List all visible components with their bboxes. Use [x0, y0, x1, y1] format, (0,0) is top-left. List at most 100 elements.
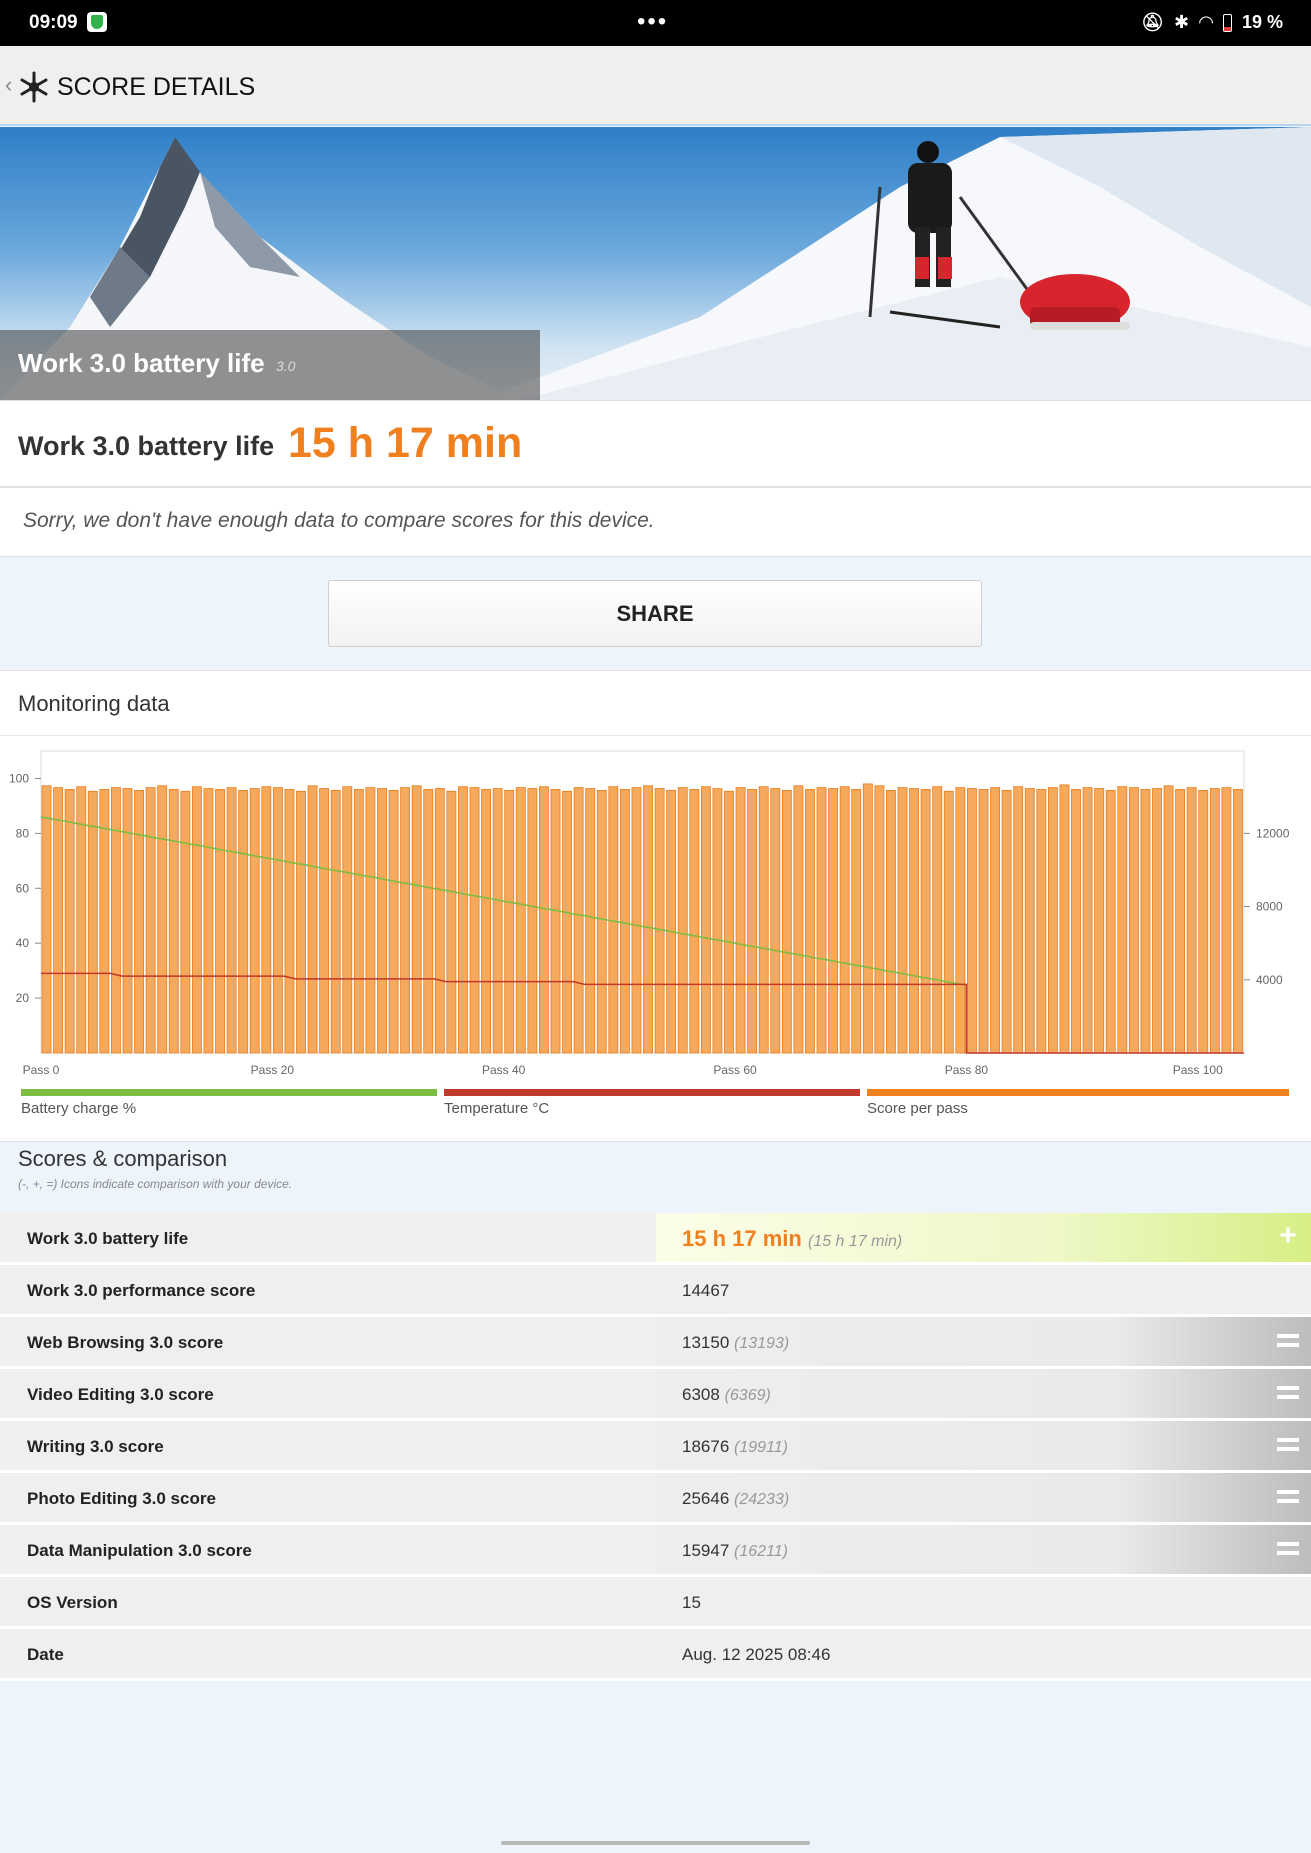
shield-icon: [87, 12, 107, 32]
score-bar: [203, 788, 214, 1054]
more-dots-icon: •••: [637, 8, 669, 35]
equal-icon: [1277, 1490, 1299, 1505]
row-score: 6308: [682, 1385, 720, 1404]
score-bar: [157, 785, 168, 1054]
app-bar: ‹ SCORE DETAILS: [0, 46, 1311, 126]
equal-icon: [1277, 1334, 1299, 1349]
score-bar: [388, 789, 399, 1054]
compare-message: Sorry, we don't have enough data to comp…: [23, 509, 655, 532]
row-compare: (24233): [734, 1491, 790, 1508]
score-bar: [168, 789, 179, 1054]
table-row[interactable]: Work 3.0 battery life 15 h 17 min (15 h 1…: [0, 1213, 1311, 1265]
score-bar: [238, 789, 249, 1054]
score-bar: [1117, 786, 1128, 1054]
table-row[interactable]: Date Aug. 12 2025 08:46: [0, 1629, 1311, 1681]
score-bar: [53, 787, 64, 1054]
row-label: Date: [27, 1645, 64, 1664]
score-bar: [296, 790, 306, 1054]
divider: [0, 735, 1311, 736]
score-bar: [978, 789, 989, 1054]
score-bar: [781, 789, 792, 1054]
hero-title: Work 3.0 battery life: [18, 348, 265, 378]
score-bar: [353, 789, 364, 1054]
score-bar: [943, 790, 954, 1054]
legend-score: Score per pass: [867, 1089, 1289, 1129]
left-tick-label: 60: [16, 881, 30, 895]
score-bar: [1001, 789, 1012, 1054]
home-indicator[interactable]: [501, 1841, 810, 1845]
table-row[interactable]: Data Manipulation 3.0 score 15947 (16211): [0, 1525, 1311, 1577]
score-bar: [1094, 788, 1105, 1054]
score-bar: [897, 787, 908, 1054]
score-bar: [423, 789, 434, 1054]
x-tick-label: Pass 0: [23, 1063, 60, 1077]
legend-battery: Battery charge %: [21, 1089, 437, 1129]
x-tick-label: Pass 20: [251, 1063, 295, 1077]
score-bar: [735, 787, 746, 1054]
score-bar: [909, 788, 920, 1054]
row-compare: (6369): [724, 1387, 771, 1404]
score-bar: [619, 789, 630, 1054]
score-bar: [689, 789, 700, 1054]
score-bar: [805, 789, 815, 1054]
row-score: 13150: [682, 1333, 730, 1352]
score-bar: [226, 787, 237, 1054]
row-value: 13150 (13193): [682, 1333, 789, 1353]
right-tick-label: 8000: [1256, 900, 1283, 914]
status-time: 09:09: [29, 12, 78, 33]
right-tick-label: 12000: [1256, 826, 1290, 840]
sled-figure: [1020, 274, 1130, 330]
score-bar: [411, 785, 422, 1054]
score-bar: [1071, 789, 1081, 1054]
score-bar: [1152, 788, 1162, 1054]
score-bar: [816, 787, 827, 1054]
row-value-cell: 14467: [656, 1265, 1311, 1314]
scores-subtitle: (-, +, =) Icons indicate comparison with…: [18, 1177, 293, 1191]
table-row[interactable]: OS Version 15: [0, 1577, 1311, 1629]
table-row[interactable]: Video Editing 3.0 score 6308 (6369): [0, 1369, 1311, 1421]
score-bar: [1233, 789, 1243, 1054]
left-tick-label: 20: [16, 991, 30, 1005]
row-compare: (16211): [734, 1543, 788, 1560]
score-bar: [180, 790, 191, 1054]
score-bar: [481, 789, 492, 1054]
x-tick-label: Pass 80: [945, 1063, 989, 1077]
snowflake-icon[interactable]: [18, 71, 50, 103]
result-label: Work 3.0 battery life: [18, 431, 275, 461]
back-chevron-icon[interactable]: ‹: [5, 72, 12, 98]
score-bar: [492, 788, 503, 1054]
score-bar: [700, 786, 711, 1054]
row-value: Aug. 12 2025 08:46: [682, 1645, 830, 1665]
table-row[interactable]: Writing 3.0 score 18676 (19911): [0, 1421, 1311, 1473]
equal-icon: [1277, 1542, 1299, 1557]
row-value: 15 h 17 min (15 h 17 min): [682, 1226, 902, 1252]
scores-title: Scores & comparison: [18, 1146, 228, 1171]
row-value: 14467: [682, 1281, 729, 1301]
score-bar: [966, 788, 977, 1054]
score-bar: [1221, 787, 1232, 1054]
row-value-cell: 25646 (24233): [656, 1473, 1311, 1522]
score-bar: [111, 787, 121, 1054]
score-bar: [527, 788, 538, 1054]
score-bar: [677, 787, 688, 1054]
battery-percent: 19 %: [1241, 12, 1283, 32]
score-bar: [839, 786, 850, 1054]
score-bar: [1175, 789, 1186, 1054]
score-bar: [770, 788, 781, 1054]
monitoring-chart: 20 40 60 80 100 4000 8000 12000 Pass 0 Pass 20 Pas…: [9, 750, 1290, 1077]
row-label: Web Browsing 3.0 score: [27, 1333, 224, 1352]
legend-score-swatch: [867, 1089, 1289, 1096]
score-bar: [596, 789, 607, 1054]
bluetooth-icon: ✱: [1174, 12, 1190, 32]
table-row[interactable]: Work 3.0 performance score 14467: [0, 1265, 1311, 1317]
row-score: 14467: [682, 1281, 730, 1300]
share-button[interactable]: SHARE: [328, 580, 982, 647]
table-row[interactable]: Photo Editing 3.0 score 25646 (24233): [0, 1473, 1311, 1525]
result-value: 15 h 17 min: [288, 419, 523, 467]
score-bar: [469, 787, 480, 1054]
row-compare: (19911): [734, 1439, 788, 1456]
score-bar: [712, 788, 723, 1054]
score-bar: [76, 786, 87, 1054]
table-row[interactable]: Web Browsing 3.0 score 13150 (13193): [0, 1317, 1311, 1369]
score-bar: [1198, 789, 1209, 1054]
